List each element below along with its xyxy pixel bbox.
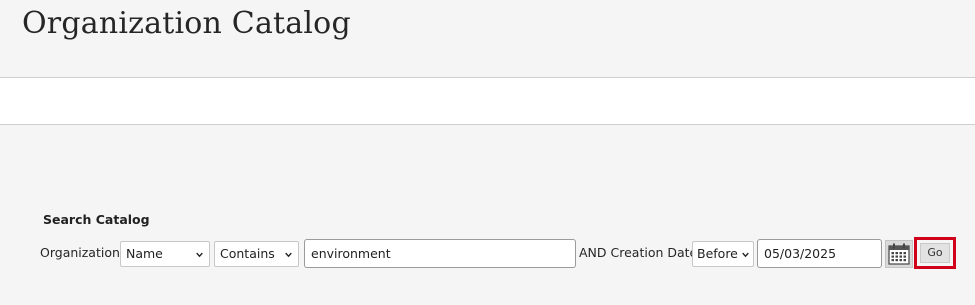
toolbar-band [0, 78, 975, 125]
search-heading: Search Catalog [43, 212, 150, 227]
operator-select-value: Contains [220, 246, 275, 261]
search-field-select-value: Name [126, 246, 163, 261]
search-query-input[interactable]: environment [304, 239, 576, 268]
calendar-button[interactable] [885, 240, 913, 268]
chevron-down-icon [285, 252, 292, 258]
chevron-down-icon [196, 252, 203, 258]
creation-date-value: 05/03/2025 [764, 246, 837, 261]
date-operator-select[interactable]: Before [692, 241, 754, 267]
creation-date-input[interactable]: 05/03/2025 [757, 239, 882, 268]
calendar-icon [888, 243, 910, 265]
go-button-highlight: Go [914, 237, 956, 269]
page-header: Organization Catalog [0, 0, 975, 78]
page-title: Organization Catalog [22, 6, 351, 41]
date-operator-select-value: Before [697, 246, 738, 261]
operator-select[interactable]: Contains [214, 241, 299, 267]
creation-date-label: AND Creation Date [579, 245, 698, 260]
go-button[interactable]: Go [920, 243, 950, 263]
chevron-down-icon [742, 252, 749, 258]
search-query-value: environment [311, 246, 391, 261]
search-field-select[interactable]: Name [120, 241, 210, 267]
organization-label: Organization [40, 245, 120, 260]
